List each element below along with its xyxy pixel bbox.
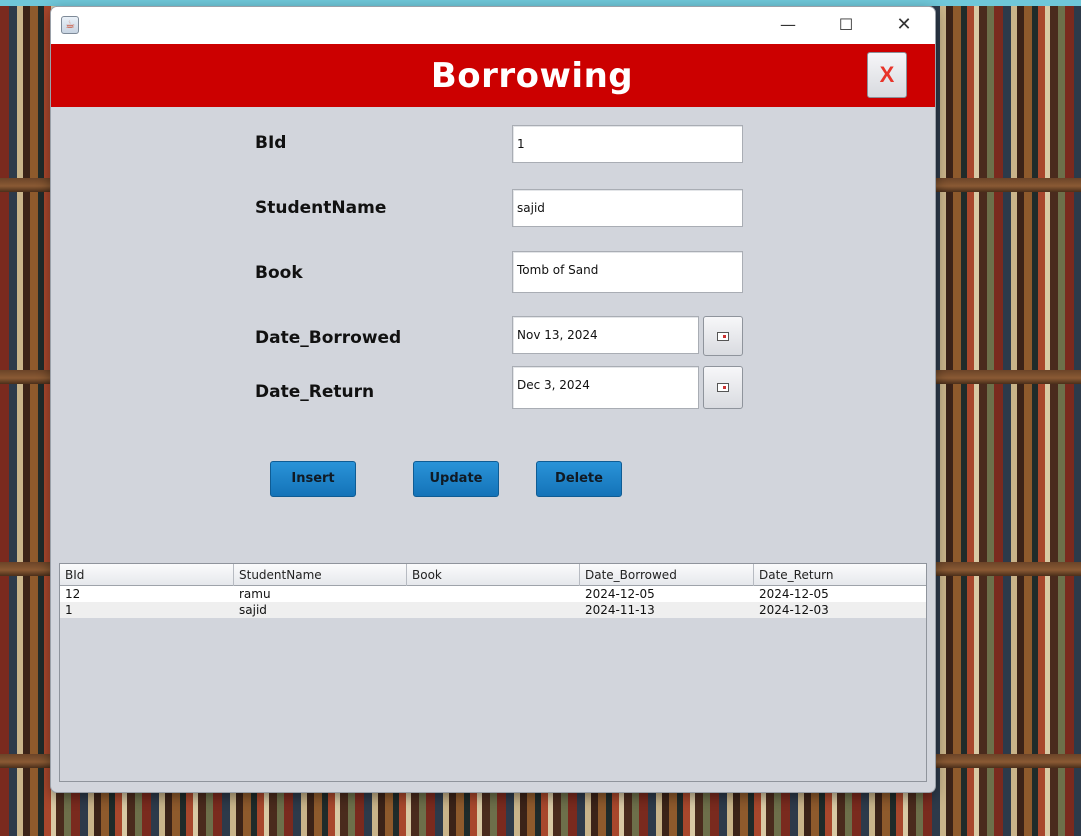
column-header-date-return[interactable]: Date_Return: [754, 564, 926, 586]
column-header-book[interactable]: Book: [407, 564, 580, 586]
desktop-top-stripe: [0, 0, 1081, 6]
table-cell: ramu: [239, 587, 271, 601]
calendar-icon: [717, 383, 729, 392]
table-row[interactable]: 1 sajid 2024-11-13 2024-12-03: [60, 602, 926, 618]
column-header-bid[interactable]: BId: [60, 564, 234, 586]
borrowing-window: ☕ — ☐ ✕ Borrowing X BId 1 StudentName sa…: [51, 7, 935, 792]
table-header: BId StudentName Book Date_Borrowed Date_…: [60, 564, 926, 586]
column-header-student-name[interactable]: StudentName: [234, 564, 407, 586]
page-title: Borrowing: [430, 56, 634, 96]
table-cell: 2024-12-05: [759, 587, 829, 601]
borrowing-table[interactable]: BId StudentName Book Date_Borrowed Date_…: [59, 563, 927, 782]
table-cell: 2024-11-13: [585, 603, 655, 617]
date-return-field[interactable]: Dec 3, 2024: [512, 366, 699, 409]
student-name-label: StudentName: [255, 198, 387, 218]
header-banner: Borrowing X: [51, 44, 935, 107]
table-cell: sajid: [239, 603, 267, 617]
table-row[interactable]: 12 ramu 2024-12-05 2024-12-05: [60, 586, 926, 602]
minimize-button[interactable]: —: [765, 11, 811, 39]
table-cell: [407, 586, 412, 602]
insert-button[interactable]: Insert: [270, 461, 356, 497]
book-label: Book: [255, 263, 303, 283]
bid-label: BId: [255, 133, 287, 153]
bid-field[interactable]: 1: [512, 125, 743, 163]
window-close-button[interactable]: ✕: [881, 11, 927, 39]
window-titlebar[interactable]: ☕ — ☐ ✕: [51, 7, 935, 44]
date-return-label: Date_Return: [255, 382, 375, 402]
student-name-field[interactable]: sajid: [512, 189, 743, 227]
table-cell: 12: [65, 587, 81, 601]
calendar-icon: [717, 332, 729, 341]
date-borrowed-label: Date_Borrowed: [255, 328, 402, 348]
update-button[interactable]: Update: [413, 461, 499, 497]
java-app-icon: ☕: [61, 16, 79, 34]
table-cell: 2024-12-03: [759, 603, 829, 617]
table-cell: 1: [65, 603, 73, 617]
date-borrowed-calendar-button[interactable]: [703, 316, 743, 356]
date-borrowed-field[interactable]: Nov 13, 2024: [512, 316, 699, 354]
delete-button[interactable]: Delete: [536, 461, 622, 497]
table-cell: [407, 602, 412, 618]
date-return-calendar-button[interactable]: [703, 366, 743, 409]
book-field[interactable]: Tomb of Sand: [512, 251, 743, 293]
column-header-date-borrowed[interactable]: Date_Borrowed: [580, 564, 754, 586]
table-cell: 2024-12-05: [585, 587, 655, 601]
header-close-button[interactable]: X: [867, 52, 907, 98]
maximize-button[interactable]: ☐: [823, 11, 869, 39]
